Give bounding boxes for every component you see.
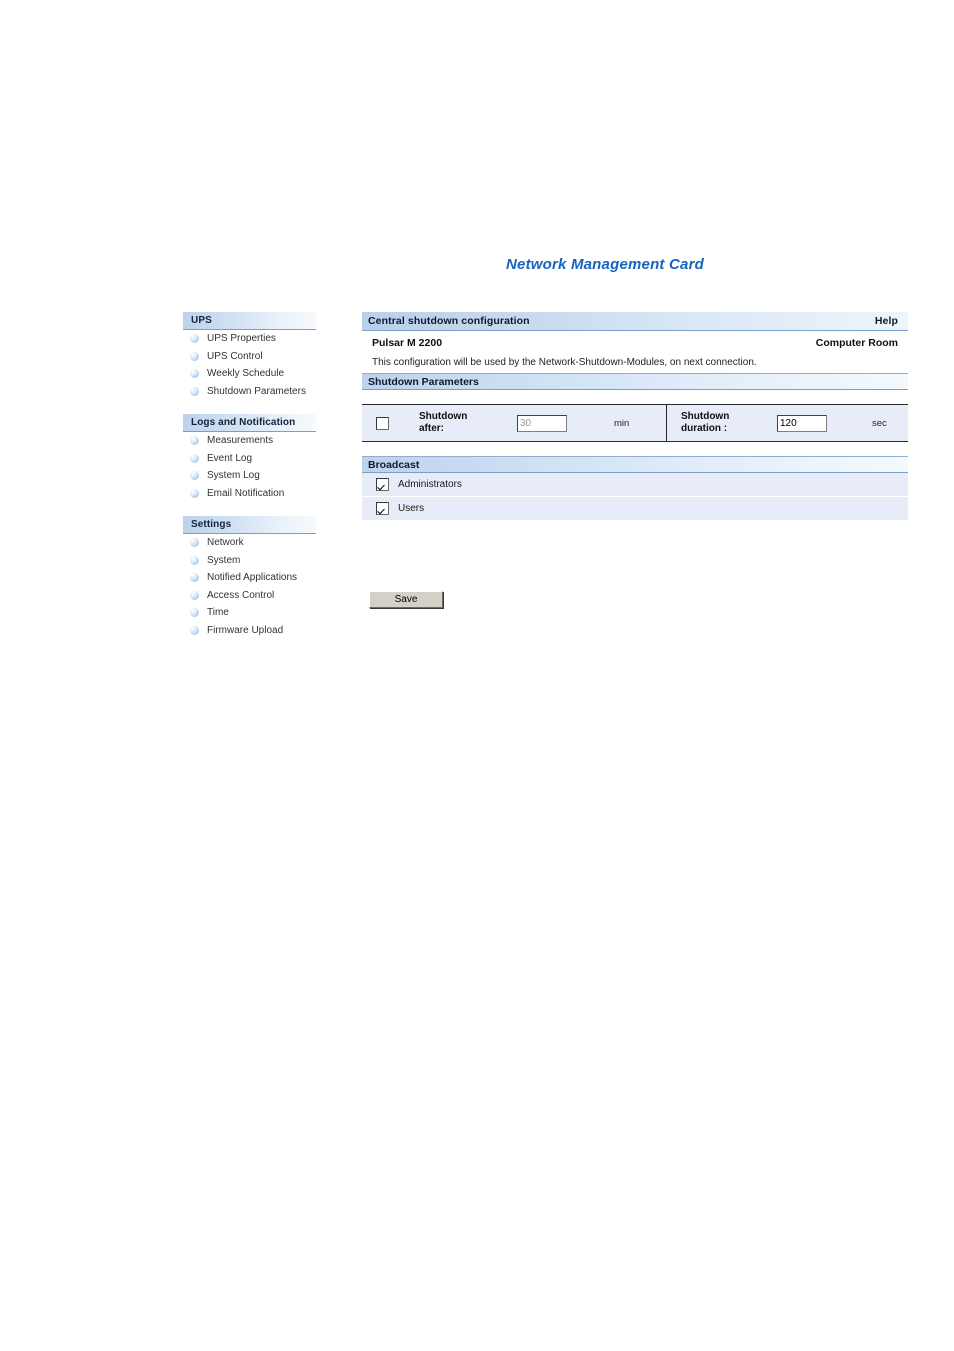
- sidebar-item-label: Email Notification: [207, 487, 285, 499]
- broadcast-option-administrators[interactable]: Administrators: [362, 473, 908, 497]
- section-header-shutdown-parameters: Shutdown Parameters: [362, 373, 908, 390]
- sidebar-item-system-log[interactable]: System Log: [183, 467, 316, 485]
- device-summary-row: Pulsar M 2200 Computer Room: [368, 337, 900, 349]
- sidebar-item-label: Event Log: [207, 452, 253, 464]
- users-checkbox[interactable]: [376, 502, 389, 515]
- sphere-bullet-icon: [190, 351, 199, 361]
- sidebar-item-label: Time: [207, 607, 229, 619]
- sidebar-item-label: Network: [207, 537, 244, 549]
- panel-description: This configuration will be used by the N…: [372, 357, 757, 368]
- sidebar-group-header-settings: Settings: [183, 516, 316, 534]
- sphere-bullet-icon: [190, 471, 199, 481]
- sphere-bullet-icon: [190, 555, 199, 565]
- sphere-bullet-icon: [190, 488, 199, 498]
- sphere-bullet-icon: [190, 608, 199, 618]
- panel-info: Pulsar M 2200 Computer Room This configu…: [362, 331, 908, 373]
- sidebar-item-network[interactable]: Network: [183, 534, 316, 552]
- sidebar-item-label: Firmware Upload: [207, 624, 284, 636]
- actions-bar: Save: [369, 589, 443, 608]
- sidebar-group-ups: UPS UPS Properties UPS Control Weekly Sc…: [183, 312, 316, 400]
- sidebar-item-label: Access Control: [207, 589, 275, 601]
- sphere-bullet-icon: [190, 538, 199, 548]
- shutdown-duration-label: Shutdown duration :: [681, 411, 777, 435]
- shutdown-after-checkbox[interactable]: [376, 416, 389, 430]
- sphere-bullet-icon: [190, 386, 199, 396]
- sidebar-item-measurements[interactable]: Measurements: [183, 432, 316, 450]
- sidebar-group-header-logs: Logs and Notification: [183, 414, 316, 432]
- broadcast-option-label: Users: [398, 503, 425, 514]
- shutdown-after-cell: Shutdown after: min: [362, 405, 667, 441]
- sidebar-item-firmware-upload[interactable]: Firmware Upload: [183, 622, 316, 640]
- shutdown-after-label-line2: after:: [419, 423, 445, 434]
- save-button[interactable]: Save: [369, 591, 443, 608]
- sphere-bullet-icon: [190, 453, 199, 463]
- sidebar-item-access-control[interactable]: Access Control: [183, 587, 316, 605]
- shutdown-after-input[interactable]: [517, 414, 567, 432]
- sidebar-item-label: Notified Applications: [207, 572, 298, 584]
- main-panel: Central shutdown configuration Help Puls…: [362, 312, 908, 521]
- sidebar-item-label: Weekly Schedule: [207, 368, 285, 380]
- sidebar-item-email-notification[interactable]: Email Notification: [183, 485, 316, 503]
- shutdown-duration-label-line2: duration :: [681, 423, 728, 434]
- device-location: Computer Room: [815, 337, 898, 349]
- sidebar-item-label: Shutdown Parameters: [207, 385, 306, 397]
- sidebar-item-shutdown-parameters[interactable]: Shutdown Parameters: [183, 383, 316, 401]
- sidebar-item-label: UPS Properties: [207, 333, 276, 345]
- page-title: Network Management Card: [506, 256, 704, 273]
- administrators-checkbox[interactable]: [376, 478, 389, 491]
- shutdown-duration-label-line1: Shutdown: [681, 411, 730, 422]
- sidebar-group-settings: Settings Network System Notified Applica…: [183, 516, 316, 639]
- shutdown-parameters-row: Shutdown after: min Shutdown duration : …: [362, 404, 908, 442]
- spacer: [362, 390, 908, 404]
- shutdown-duration-input[interactable]: [777, 414, 827, 432]
- shutdown-after-label: Shutdown after:: [419, 411, 517, 435]
- section-header-broadcast: Broadcast: [362, 456, 908, 473]
- sidebar-item-event-log[interactable]: Event Log: [183, 450, 316, 468]
- sidebar-group-logs-and-notification: Logs and Notification Measurements Event…: [183, 414, 316, 502]
- sidebar-item-ups-properties[interactable]: UPS Properties: [183, 330, 316, 348]
- sidebar-group-header-ups: UPS: [183, 312, 316, 330]
- broadcast-option-label: Administrators: [398, 479, 462, 490]
- shutdown-duration-cell: Shutdown duration : sec: [667, 405, 908, 441]
- help-link[interactable]: Help: [875, 315, 898, 327]
- sphere-bullet-icon: [190, 573, 199, 583]
- sidebar-item-label: Measurements: [207, 435, 274, 447]
- device-name: Pulsar M 2200: [372, 337, 443, 349]
- sphere-bullet-icon: [190, 590, 199, 600]
- sidebar-item-label: System Log: [207, 470, 260, 482]
- sidebar-item-label: UPS Control: [207, 350, 263, 362]
- panel-titlebar: Central shutdown configuration Help: [362, 312, 908, 331]
- broadcast-option-users[interactable]: Users: [362, 497, 908, 521]
- shutdown-after-unit: min: [614, 417, 630, 429]
- sidebar-navigation: UPS UPS Properties UPS Control Weekly Sc…: [183, 312, 316, 653]
- sidebar-item-notified-applications[interactable]: Notified Applications: [183, 569, 316, 587]
- sidebar-item-label: System: [207, 554, 241, 566]
- shutdown-after-label-line1: Shutdown: [419, 411, 468, 422]
- sphere-bullet-icon: [190, 334, 199, 344]
- sidebar-item-weekly-schedule[interactable]: Weekly Schedule: [183, 365, 316, 383]
- panel-title: Central shutdown configuration: [368, 315, 530, 327]
- sidebar-item-ups-control[interactable]: UPS Control: [183, 348, 316, 366]
- spacer: [362, 442, 908, 456]
- sphere-bullet-icon: [190, 625, 199, 635]
- sphere-bullet-icon: [190, 436, 199, 446]
- shutdown-duration-unit: sec: [872, 417, 887, 429]
- sidebar-item-system[interactable]: System: [183, 552, 316, 570]
- sidebar-item-time[interactable]: Time: [183, 604, 316, 622]
- sphere-bullet-icon: [190, 369, 199, 379]
